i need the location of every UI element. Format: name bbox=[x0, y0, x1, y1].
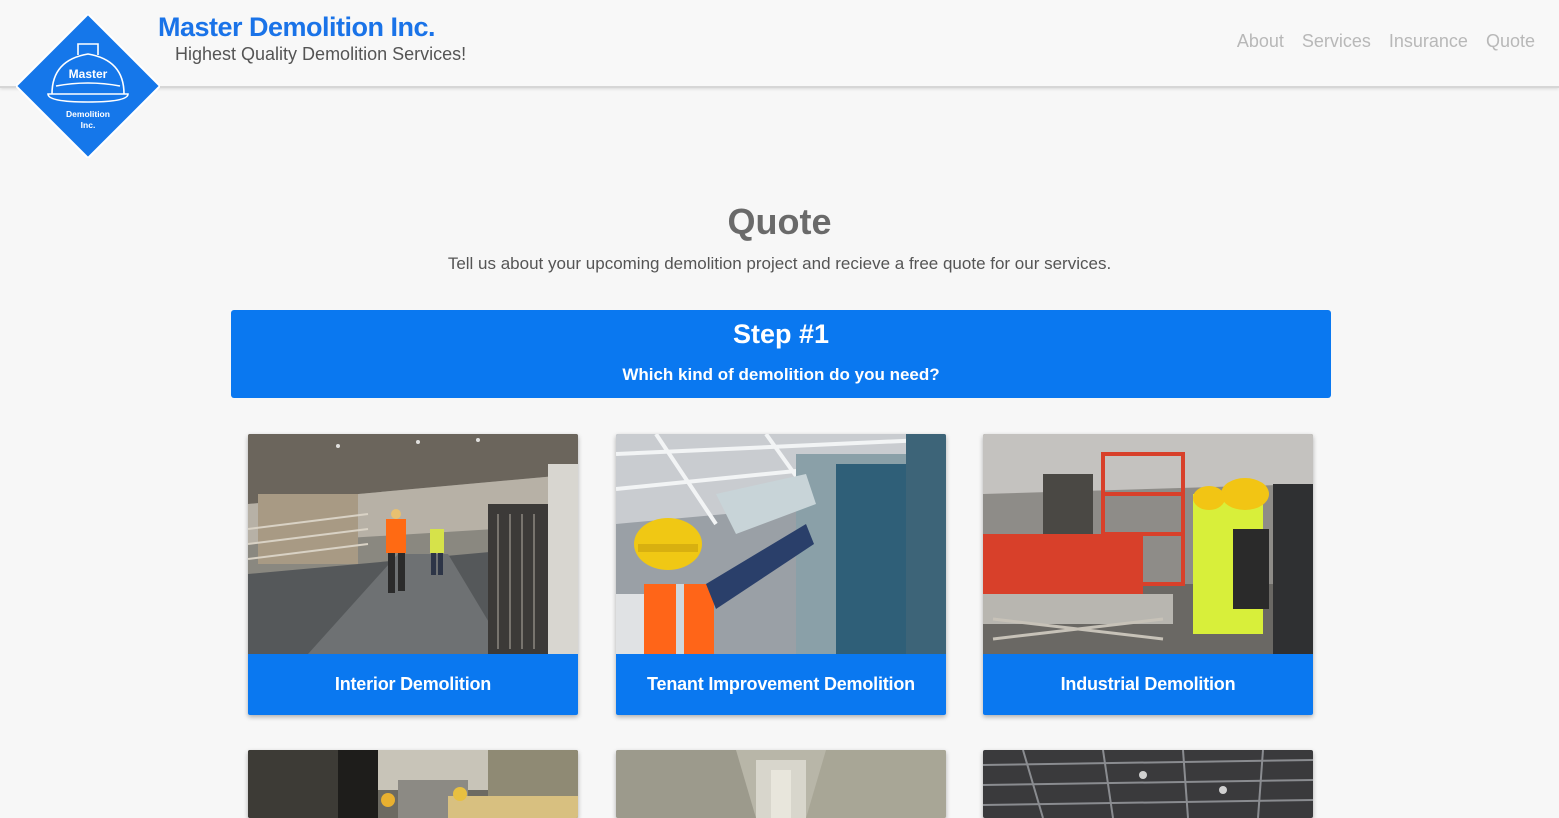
demolition-option-industrial[interactable]: Industrial Demolition bbox=[983, 434, 1313, 715]
demolition-option-interior[interactable]: Interior Demolition bbox=[248, 434, 578, 715]
nav-link-quote[interactable]: Quote bbox=[1486, 31, 1535, 52]
company-logo[interactable]: Master Demolition Inc. bbox=[16, 14, 160, 158]
ceiling-grid-photo bbox=[983, 750, 1313, 818]
street-site-photo bbox=[248, 750, 578, 818]
scissor-lift-workers-photo bbox=[983, 434, 1313, 654]
demolition-option-tenant-improvement[interactable]: Tenant Improvement Demolition bbox=[616, 434, 946, 715]
step-title: Step #1 bbox=[732, 319, 830, 349]
site-title[interactable]: Master Demolition Inc. bbox=[158, 12, 436, 43]
nav-link-insurance[interactable]: Insurance bbox=[1389, 31, 1468, 52]
warehouse-workers-photo bbox=[248, 434, 578, 654]
demolition-option-row2-2[interactable] bbox=[616, 750, 946, 818]
demolition-option-row2-1[interactable] bbox=[248, 750, 578, 818]
card-label-tenant-improvement: Tenant Improvement Demolition bbox=[616, 654, 946, 715]
demolition-option-row2-3[interactable] bbox=[983, 750, 1313, 818]
logo-text-inc: Inc. bbox=[81, 120, 96, 130]
nav-link-about[interactable]: About bbox=[1237, 31, 1284, 52]
logo-diamond bbox=[16, 14, 160, 158]
card-label-industrial: Industrial Demolition bbox=[983, 654, 1313, 715]
site-tagline: Highest Quality Demolition Services! bbox=[175, 44, 467, 64]
logo-text-master: Master bbox=[69, 67, 108, 81]
main-nav: About Services Insurance Quote bbox=[1237, 31, 1535, 52]
page-description: Tell us about your upcoming demolition p… bbox=[447, 254, 1112, 273]
site-header: Master Demolition Inc. Highest Quality D… bbox=[0, 0, 1559, 88]
logo-text-demolition: Demolition bbox=[66, 109, 110, 119]
step-question: Which kind of demolition do you need? bbox=[622, 365, 940, 384]
step-banner: Step #1 Which kind of demolition do you … bbox=[231, 310, 1331, 398]
ceiling-worker-photo bbox=[616, 434, 946, 654]
card-label-interior: Interior Demolition bbox=[248, 654, 578, 715]
page-title: Quote bbox=[727, 201, 832, 242]
hallway-photo bbox=[616, 750, 946, 818]
nav-link-services[interactable]: Services bbox=[1302, 31, 1371, 52]
